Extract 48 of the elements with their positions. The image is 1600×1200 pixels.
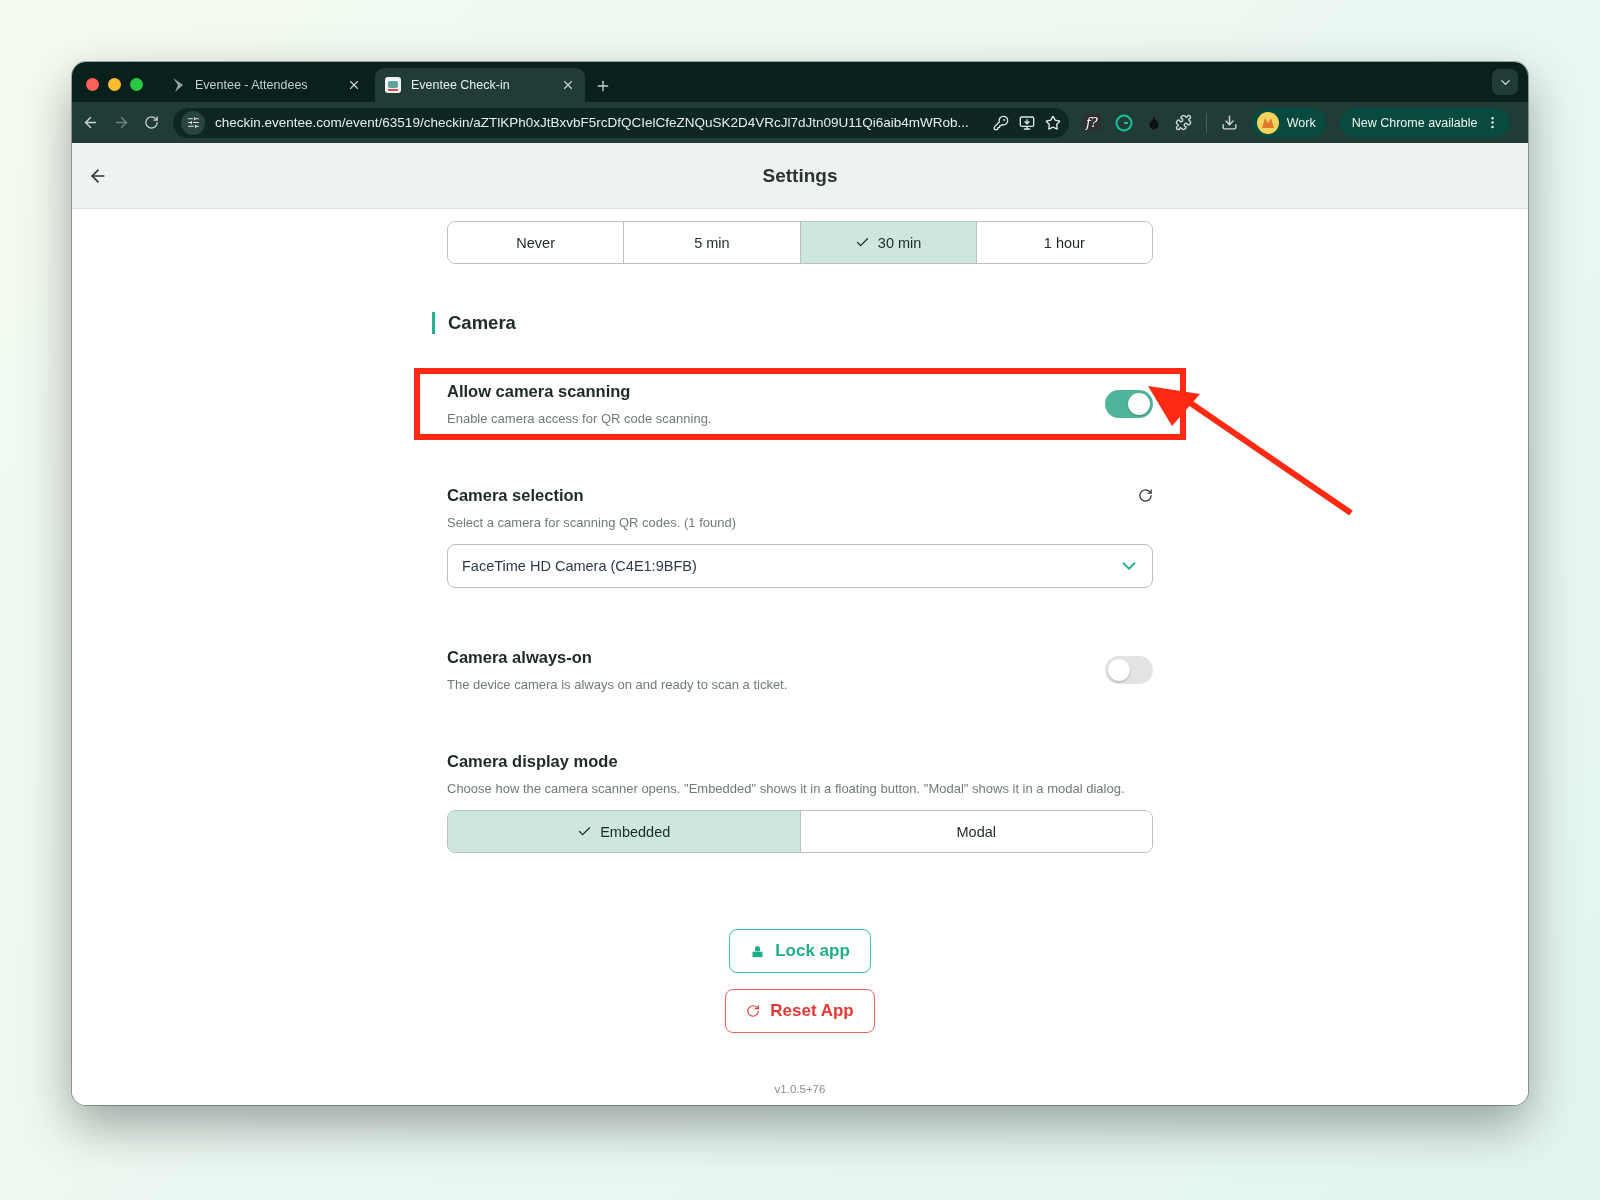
setting-description: Select a camera for scanning QR codes. (1 found) xyxy=(447,515,737,530)
browser-tab[interactable]: Eventee Check-in xyxy=(375,68,585,102)
back-icon[interactable] xyxy=(82,114,99,131)
toggle-switch[interactable] xyxy=(1105,390,1153,418)
extension-circle-icon[interactable] xyxy=(1114,113,1133,132)
setting-description: The device camera is always on and ready to scan a ticket. xyxy=(447,677,788,692)
update-button[interactable]: New Chrome available xyxy=(1339,107,1511,138)
segment-option[interactable]: Modal xyxy=(799,811,1152,852)
lock-icon xyxy=(750,943,766,959)
setting-description: Enable camera access for QR code scanning. xyxy=(447,411,712,426)
setting-title: Allow camera scanning xyxy=(447,382,632,401)
bookmark-star-icon[interactable] xyxy=(1045,114,1061,131)
install-icon[interactable] xyxy=(1019,114,1035,131)
setting-title: Camera always-on xyxy=(447,648,593,667)
extension-button[interactable]: f? xyxy=(1083,114,1101,131)
page-title: Settings xyxy=(762,164,838,187)
forward-icon[interactable] xyxy=(113,114,130,131)
segment-option[interactable]: 1 hour xyxy=(975,222,1152,263)
reset-icon xyxy=(746,1004,761,1018)
setting-title: Camera selection xyxy=(447,486,585,505)
window-zoom-button[interactable] xyxy=(130,77,143,91)
site-settings-icon[interactable] xyxy=(181,110,205,135)
browser-tab[interactable]: Eventee - Attendees xyxy=(161,68,371,102)
profile-button[interactable]: Work xyxy=(1251,107,1326,138)
key-icon[interactable] xyxy=(993,114,1009,131)
segment-option[interactable]: Embedded xyxy=(448,811,800,852)
setting-title: Camera display mode xyxy=(447,752,618,771)
tab-favicon-icon xyxy=(171,77,185,93)
window-close-button[interactable] xyxy=(86,77,99,91)
download-icon[interactable] xyxy=(1220,114,1238,131)
refresh-icon[interactable] xyxy=(1138,488,1153,503)
section-title: Camera xyxy=(432,312,1153,334)
address-bar[interactable]: checkin.eventee.com/event/63519/checkin/aZTlKPh0xJtBxvbF5rcDfQCIelCfeZNQuSK2D4VRcJl7dJtn09U11Qi6aib4mWRob... xyxy=(173,107,1069,138)
segment-option[interactable]: 30 min xyxy=(799,222,976,263)
new-tab-icon[interactable] xyxy=(595,78,611,94)
tab-favicon-icon xyxy=(385,77,401,93)
extensions-icon[interactable] xyxy=(1174,114,1192,131)
close-icon[interactable] xyxy=(561,78,575,92)
toggle-switch[interactable] xyxy=(1105,656,1153,684)
avatar-icon xyxy=(1256,111,1279,134)
reload-icon[interactable] xyxy=(144,115,159,130)
version-label: v1.0.5+76 xyxy=(774,1083,826,1095)
close-icon[interactable] xyxy=(347,78,361,92)
camera-dropdown[interactable]: FaceTime HD Camera (C4E1:9BFB) xyxy=(447,544,1153,588)
window-minimize-button[interactable] xyxy=(108,77,121,91)
setting-description: Choose how the camera scanner opens. "Embedded" shows it in a floating button. "Modal" shows it in a modal dialog. xyxy=(447,781,1126,796)
tab-search-button[interactable] xyxy=(1492,69,1518,95)
reset-app-button[interactable]: Reset App xyxy=(725,989,875,1033)
